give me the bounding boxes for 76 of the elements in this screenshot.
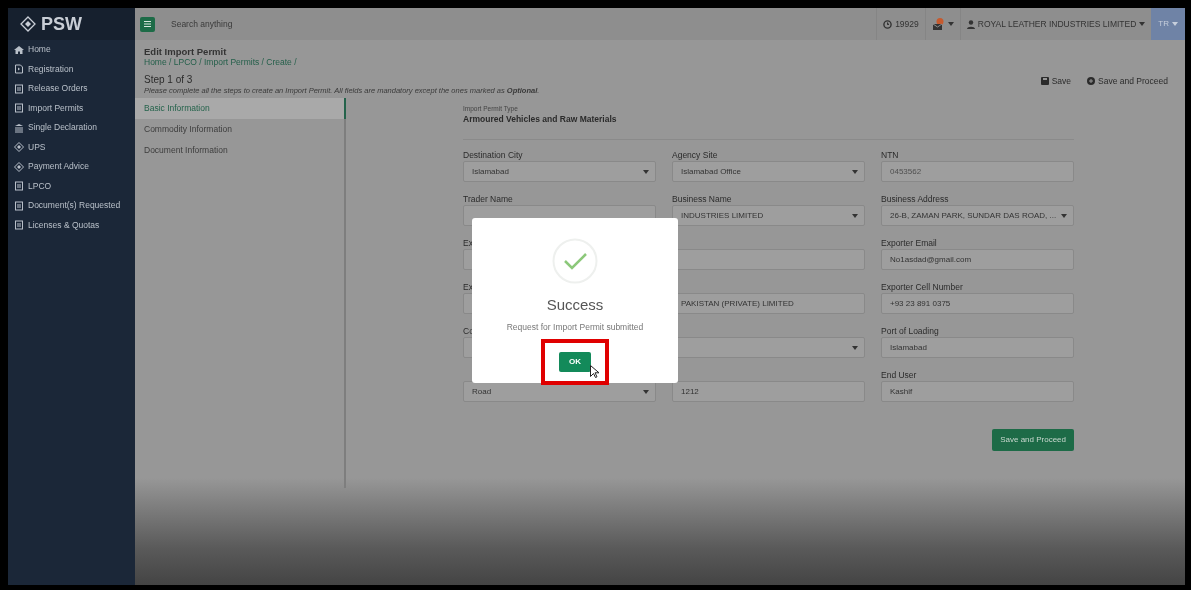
document-icon [14, 200, 24, 211]
caret-icon [643, 169, 649, 174]
mouse-pointer-icon [590, 365, 599, 378]
caret-icon [947, 22, 954, 26]
sidebar-item[interactable]: Single Declaration [8, 118, 135, 138]
select-field[interactable]: Islamabad [463, 161, 656, 183]
dialog-title: Success [546, 295, 604, 315]
step-tab[interactable]: Commodity Information [135, 118, 344, 140]
field-label: Exporter Cell Number [881, 281, 964, 294]
sidebar-item[interactable]: UPS [8, 137, 135, 157]
select-field[interactable]: INDUSTRIES LIMITED [672, 205, 865, 227]
clock-icon [883, 19, 893, 29]
field-label: Trader Name [463, 193, 514, 206]
diamond-logo-icon [20, 16, 36, 32]
mail-icon [931, 17, 945, 31]
field-label: Exporter Email [881, 237, 938, 250]
step-indicator: Step 1 of 3 [144, 73, 194, 86]
input-field[interactable]: Kashif [881, 381, 1074, 403]
save-icon [1040, 77, 1049, 86]
step-tab[interactable]: Basic Information [135, 97, 346, 119]
select-field[interactable]: Islamabad Office [672, 161, 865, 183]
caret-icon [1172, 22, 1178, 26]
dialog-message: Request for Import Permit submitted [506, 320, 644, 334]
profile-menu[interactable]: TR [1151, 8, 1185, 40]
field-label: Business Name [672, 193, 733, 206]
logo-text: PSW [41, 12, 82, 36]
ok-button[interactable]: OK [559, 352, 591, 373]
action-link[interactable]: Save [1040, 76, 1072, 87]
sidebar-item[interactable]: Release Orders [8, 79, 135, 99]
sidebar-item[interactable]: Home [8, 40, 135, 60]
step-tab[interactable]: Document Information [135, 139, 344, 161]
menu-icon [144, 21, 151, 27]
field-label: Port of Loading [881, 325, 940, 338]
caret-icon [1061, 213, 1067, 218]
diamond-icon [14, 142, 24, 153]
caret-icon [852, 213, 858, 218]
action-link[interactable]: Save and Proceed [1087, 76, 1168, 87]
caret-icon [852, 345, 858, 350]
select-field[interactable]: 26-B, ZAMAN PARK, SUNDAR DAS ROAD, ... [881, 205, 1074, 227]
sidebar-item[interactable]: LPCO [8, 176, 135, 196]
columns-icon [14, 122, 24, 133]
sidebar-item[interactable]: Licenses & Quotas [8, 215, 135, 235]
user-icon [966, 19, 975, 29]
breadcrumb-trail: Home / LPCO / Import Permits / Create / [144, 57, 298, 68]
input-field[interactable]: 1212 [672, 381, 865, 403]
diamond-icon [14, 161, 24, 172]
document-icon [14, 220, 24, 231]
menu-button[interactable] [140, 16, 155, 32]
input-field[interactable]: +93 23 891 0375 [881, 293, 1074, 315]
document-icon [14, 83, 24, 94]
field-label: Destination City [463, 149, 524, 162]
field-label: End User [881, 369, 918, 382]
caret-icon [852, 169, 858, 174]
permit-type-value: Armoured Vehicles and Raw Materials [463, 113, 618, 127]
input-field[interactable]: No1asdad@gmail.com [881, 249, 1074, 271]
document-arrow-icon [14, 64, 24, 75]
sidebar-item[interactable]: Registration [8, 59, 135, 79]
document-icon [14, 181, 24, 192]
document-icon [14, 103, 24, 114]
save-and-proceed-button[interactable]: Save and Proceed [992, 429, 1074, 452]
caret-icon [1139, 22, 1146, 26]
field-label: Business Address [881, 193, 950, 206]
caret-icon [643, 389, 649, 394]
counter-item[interactable]: 19929 [876, 8, 925, 40]
input-field[interactable]: 0453562 [881, 161, 1074, 183]
home-icon [14, 44, 24, 55]
search-field[interactable]: Search anything [169, 16, 369, 32]
field-label: NTN [881, 149, 900, 162]
checkmark-circle-icon [552, 238, 598, 284]
input-field[interactable]: Islamabad [881, 337, 1074, 359]
field-label: Agency Site [672, 149, 719, 162]
sidebar-item[interactable]: Payment Advice [8, 157, 135, 177]
page-title: Edit Import Permit [144, 46, 228, 58]
plus-circle-icon [1087, 77, 1096, 86]
sidebar-item[interactable]: Document(s) Requested [8, 196, 135, 216]
sidebar-item[interactable]: Import Permits [8, 98, 135, 118]
